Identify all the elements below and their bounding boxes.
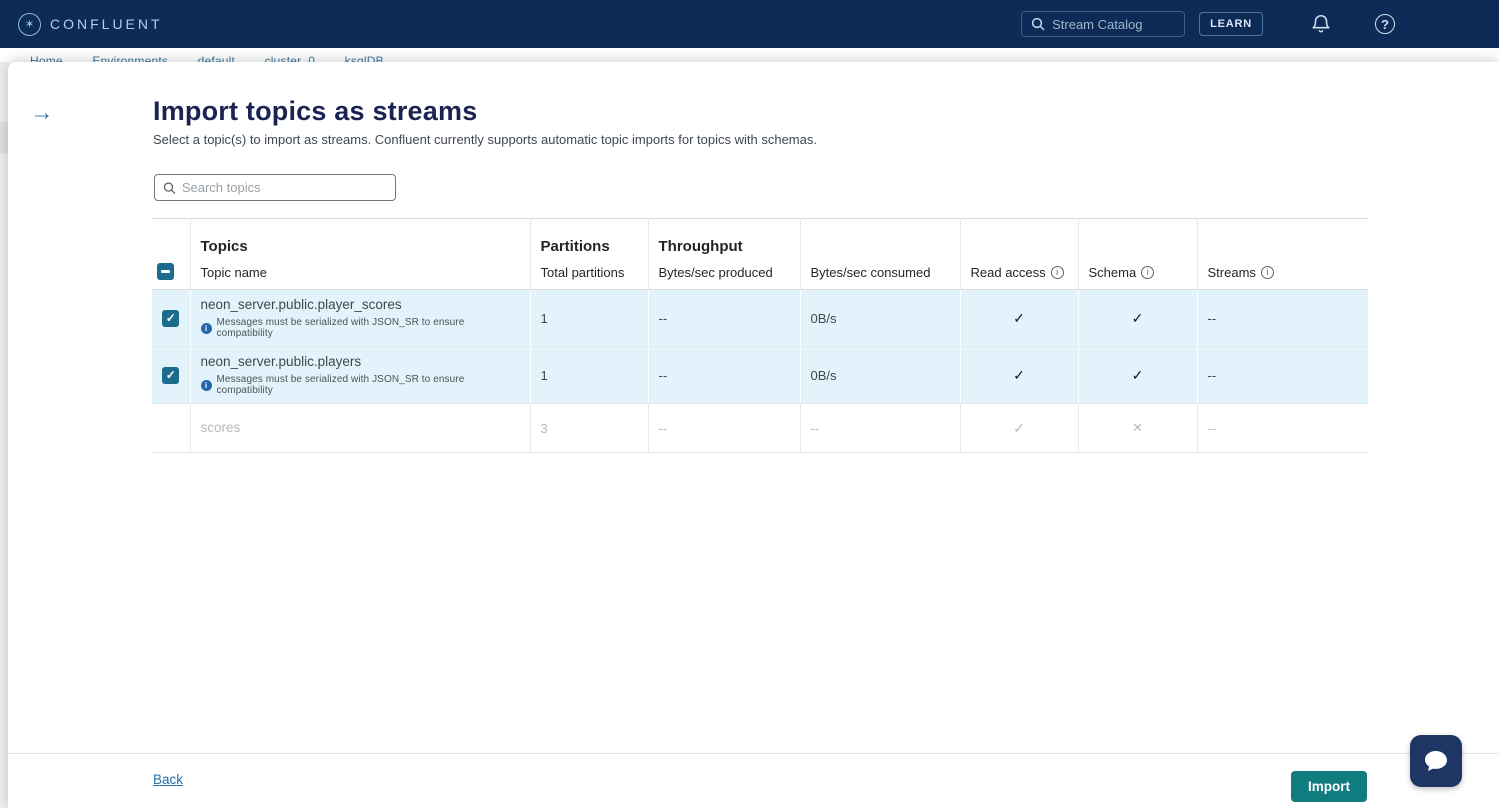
breadcrumb: Home Environments default cluster_0 ksql… (30, 48, 1230, 62)
schema-info-icon[interactable]: i (1141, 266, 1154, 279)
help-icon[interactable]: ? (1372, 11, 1398, 37)
total-partitions-value: 1 (530, 347, 648, 404)
row-checkbox[interactable]: ✓ (162, 367, 179, 384)
topics-table: Topics Topic name Partitions Total parti… (152, 218, 1368, 453)
breadcrumb-text: Home Environments default cluster_0 ksql… (30, 54, 384, 62)
topic-note: i Messages must be serialized with JSON_… (201, 374, 520, 396)
stream-catalog-search[interactable] (1021, 11, 1185, 37)
topic-search-input[interactable] (182, 180, 387, 195)
read-access-info-icon[interactable]: i (1051, 266, 1064, 279)
select-all-checkbox[interactable] (157, 263, 174, 280)
search-icon (163, 181, 176, 195)
search-icon (1031, 17, 1045, 31)
notifications-bell-icon[interactable] (1308, 11, 1334, 37)
learn-button[interactable]: LEARN (1199, 12, 1263, 36)
stream-catalog-input[interactable] (1052, 17, 1175, 32)
topic-name: neon_server.public.player_scores (201, 297, 520, 313)
bytes-consumed-value: 0B/s (800, 290, 960, 347)
back-link[interactable]: Back (153, 772, 183, 787)
total-partitions-value: 1 (530, 290, 648, 347)
import-button[interactable]: Import (1291, 771, 1367, 802)
column-group-partitions: Partitions (541, 238, 638, 256)
chat-widget-button[interactable] (1410, 735, 1462, 787)
import-topics-modal: → Import topics as streams Select a topi… (8, 62, 1499, 808)
info-icon: i (201, 323, 212, 334)
page-subtitle: Select a topic(s) to import as streams. … (153, 132, 817, 147)
schema-x-icon: ✕ (1132, 420, 1143, 435)
streams-value: -- (1197, 290, 1368, 347)
bytes-produced-value: -- (648, 290, 800, 347)
bytes-produced-value: -- (648, 404, 800, 453)
modal-footer: Back Import (8, 753, 1499, 808)
schema-check-icon: ✓ (1132, 310, 1144, 326)
column-group-throughput: Throughput (659, 238, 790, 256)
top-navbar: ✶ CONFLUENT LEARN ? (0, 0, 1499, 48)
column-streams: Streams i (1208, 265, 1359, 280)
page-title: Import topics as streams (153, 96, 477, 127)
column-bytes-consumed: Bytes/sec consumed (811, 265, 950, 280)
table-header-row: Topics Topic name Partitions Total parti… (152, 219, 1368, 290)
column-group-topics: Topics (201, 238, 520, 256)
streams-value: -- (1197, 347, 1368, 404)
column-read-access: Read access i (971, 265, 1068, 280)
info-icon: i (201, 380, 212, 391)
bytes-produced-value: -- (648, 347, 800, 404)
table-row-disabled: scores 3 -- -- ✓ ✕ -- (152, 404, 1368, 453)
collapse-panel-arrow-icon[interactable]: → (28, 98, 56, 126)
confluent-logo[interactable]: ✶ CONFLUENT (18, 13, 163, 36)
bytes-consumed-value: -- (800, 404, 960, 453)
topic-search-box[interactable] (154, 174, 396, 201)
column-total-partitions: Total partitions (541, 265, 638, 280)
streams-info-icon[interactable]: i (1261, 266, 1274, 279)
menu-hamburger-icon[interactable] (1436, 11, 1462, 37)
speech-bubble-icon (1422, 748, 1450, 774)
read-access-check-icon: ✓ (1013, 367, 1025, 383)
bytes-consumed-value: 0B/s (800, 347, 960, 404)
total-partitions-value: 3 (530, 404, 648, 453)
column-topic-name: Topic name (201, 265, 520, 280)
table-row[interactable]: ✓ neon_server.public.player_scores i Mes… (152, 290, 1368, 347)
confluent-logo-icon: ✶ (18, 13, 41, 36)
read-access-check-icon: ✓ (1013, 420, 1025, 436)
brand-name: CONFLUENT (50, 16, 163, 32)
column-bytes-produced: Bytes/sec produced (659, 265, 790, 280)
topic-note: i Messages must be serialized with JSON_… (201, 317, 520, 339)
streams-value: -- (1197, 404, 1368, 453)
schema-check-icon: ✓ (1132, 367, 1144, 383)
topic-name: neon_server.public.players (201, 354, 520, 370)
read-access-check-icon: ✓ (1013, 310, 1025, 326)
table-row[interactable]: ✓ neon_server.public.players i Messages … (152, 347, 1368, 404)
row-checkbox[interactable]: ✓ (162, 310, 179, 327)
column-schema: Schema i (1089, 265, 1187, 280)
topic-name: scores (201, 420, 520, 436)
